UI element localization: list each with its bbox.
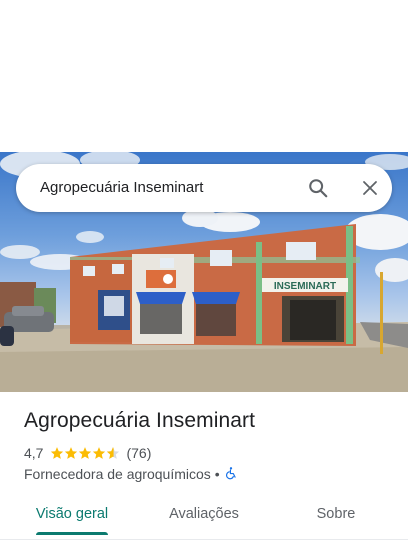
- star-icon: [65, 447, 78, 459]
- rating-value: 4,7: [24, 445, 44, 461]
- place-title: Agropecuária Inseminart: [24, 409, 256, 432]
- place-tabs: Visão geral Avaliações Sobre: [0, 496, 408, 536]
- wheelchair-icon: [224, 466, 238, 483]
- category-row: Fornecedora de agroquímicos •: [24, 465, 238, 483]
- close-icon[interactable]: [354, 172, 386, 204]
- star-icon: [93, 447, 106, 459]
- search-query-text[interactable]: Agropecuária Inseminart: [40, 164, 203, 212]
- star-icon: [79, 447, 92, 459]
- review-count[interactable]: (76): [126, 445, 151, 461]
- place-page: INSEMINART Agropecuária Inseminart Agrop…: [0, 0, 408, 544]
- rating-row[interactable]: 4,7 (76): [24, 444, 151, 462]
- star-icon: [51, 447, 64, 459]
- tab-about[interactable]: Sobre: [296, 496, 376, 536]
- tab-reviews[interactable]: Avaliações: [154, 496, 254, 536]
- search-icon[interactable]: [302, 172, 334, 204]
- place-category: Fornecedora de agroquímicos: [24, 466, 211, 482]
- search-bar[interactable]: Agropecuária Inseminart: [16, 164, 392, 212]
- star-half-icon: [107, 447, 120, 459]
- store-sign-text: INSEMINART: [274, 281, 336, 292]
- tabs-divider: [0, 539, 408, 540]
- separator-dot: •: [214, 466, 220, 482]
- tab-overview[interactable]: Visão geral: [22, 496, 122, 536]
- active-tab-indicator: [36, 532, 108, 535]
- rating-stars: [50, 446, 120, 460]
